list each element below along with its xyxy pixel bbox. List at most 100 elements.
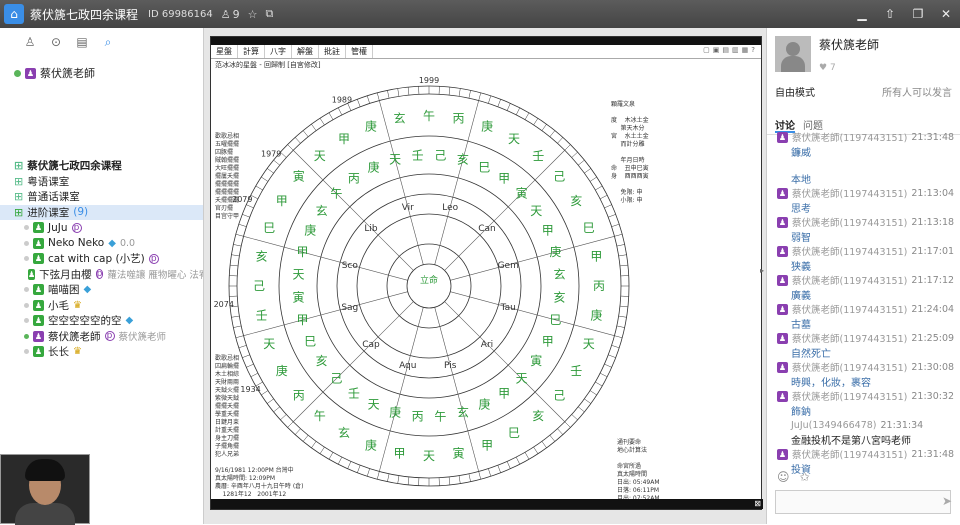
channel-advanced[interactable]: ⊞ 进阶课室 (9)	[0, 205, 203, 221]
member-row[interactable]: ♟ 喵喵困 ◆	[0, 282, 203, 298]
likes[interactable]: ♥ 7	[819, 63, 879, 73]
member-row[interactable]: ♟ 空空空空空的空 ◆	[0, 313, 203, 329]
degree-tick	[590, 177, 597, 181]
menu-item[interactable]: 星盤	[211, 45, 238, 58]
menu-item[interactable]: 計算	[238, 45, 265, 58]
diamond-icon: ◆	[126, 315, 134, 326]
room-title: 蔡伏篪七政四余课程	[30, 6, 138, 23]
outer-glyphs: 丙亥庚巳天甲壬寅己天亥甲巳庚甲玄寅午天丙甲庚庚天玄壬午己丙亥庚巳天甲壬寅己天亥甲…	[253, 109, 605, 463]
member-row[interactable]: ♟ 长长 ♛	[0, 344, 203, 360]
member-row[interactable]: ♟ Neko Neko ◆ 0.0	[0, 236, 203, 252]
zodiac-label: Lib	[364, 224, 378, 234]
degree-tick	[398, 476, 399, 484]
print-icon[interactable]: ▥	[732, 46, 739, 54]
webcam-video[interactable]	[0, 454, 90, 524]
degree-tick	[256, 186, 263, 190]
astrology-chart: 丙亥庚巳天甲壬寅己天亥甲巳庚甲玄寅午天丙甲庚庚天玄壬午己丙亥庚巳天甲壬寅己天亥甲…	[211, 61, 763, 501]
message-header: ♟ 蔡伏篪老師(1197443151) 21:31:48	[767, 447, 960, 461]
avatar[interactable]	[775, 36, 811, 72]
degree-tick	[550, 435, 555, 441]
channel-mandarin[interactable]: ⊞ 普通话课室	[0, 189, 203, 205]
degree-tick	[488, 96, 490, 104]
user-count-icon: ♙	[221, 8, 231, 21]
degree-tick	[398, 88, 399, 96]
house-glyph: 甲	[542, 224, 554, 238]
settings-icon[interactable]: ▦	[742, 46, 749, 54]
chat-input[interactable]	[775, 490, 951, 514]
house-glyph: 玄	[457, 405, 469, 420]
house-glyph: 午	[423, 109, 435, 123]
degree-tick	[479, 93, 481, 101]
degree-tick	[565, 422, 571, 428]
degree-tick	[357, 465, 360, 472]
degree-tick	[584, 399, 590, 404]
new-icon[interactable]: ▢	[703, 46, 710, 54]
member-row[interactable]: ♟ 下弦月由櫻 p 蘿法噬讓 雁物曜心 法宥	[0, 267, 203, 283]
message-header: ♟ 蔡伏篪老師(1197443151) 21:24:04	[767, 302, 960, 316]
house-glyph: 天	[530, 204, 542, 218]
degree-tick	[614, 234, 622, 236]
house-glyph: 壬	[532, 149, 544, 163]
house-glyph: 己	[253, 279, 265, 293]
member-row[interactable]: ♟ JuJu p	[0, 220, 203, 236]
help-icon[interactable]: ?	[751, 46, 755, 54]
message-text: 時興，化妝，裹容	[767, 374, 960, 389]
zodiac-label: Sco	[342, 261, 359, 271]
house-glyph: 己	[330, 372, 342, 386]
menu-item[interactable]: 八字	[265, 45, 292, 58]
host-row[interactable]: ♟ 蔡伏篪老師	[0, 64, 203, 82]
house-glyph: 庚	[478, 397, 490, 412]
title-bar: ⌂ 蔡伏篪七政四余课程 ID 69986164 ♙ 9 ☆ ⧉ ▁ ⇧ ❐ ✕	[0, 0, 960, 28]
degree-tick	[348, 103, 351, 110]
message-text: 廣義	[767, 287, 960, 302]
badge-icon: p	[72, 223, 82, 233]
doc-icon[interactable]: ▤	[74, 34, 90, 50]
house-glyph: 庚	[276, 363, 288, 378]
person-icon[interactable]: ♙	[22, 34, 38, 50]
star-icon[interactable]: ☆	[248, 8, 258, 21]
menu-item[interactable]: 解盤	[292, 45, 319, 58]
star-icon[interactable]: ✩	[800, 470, 810, 484]
skin-button[interactable]: ⇧	[880, 4, 900, 24]
open-icon[interactable]: ▣	[713, 46, 720, 54]
home-icon[interactable]: ⌂	[4, 4, 24, 24]
house-glyph: 天	[314, 149, 326, 163]
shared-screen[interactable]: 星盤 計算 八字 解盤 批註 管權 ▢ ▣ ▤ ▥ ▦ ? 范冰冰的星盤 - 回…	[210, 36, 762, 510]
channel-cantonese[interactable]: ⊞ 粤语课室	[0, 174, 203, 190]
degree-tick	[231, 316, 239, 317]
tree-root[interactable]: ⊞ 蔡伏篪七政四余课程	[0, 158, 203, 174]
degree-tick	[231, 255, 239, 256]
share-icon[interactable]: ⧉	[266, 7, 274, 21]
member-row[interactable]: ♟ cat with cap (小艺) p	[0, 251, 203, 267]
house-glyph: 甲	[276, 194, 288, 208]
house-glyph: 午	[314, 409, 326, 423]
member-row[interactable]: ♟ 蔡伏篪老師 p 蔡伏篪老师	[0, 329, 203, 345]
house-glyph: 寅	[453, 445, 465, 460]
send-icon[interactable]: ➤	[942, 494, 952, 508]
house-glyph: 甲	[498, 386, 510, 400]
house-glyph: 庚	[590, 308, 602, 323]
degree-tick	[267, 168, 273, 173]
restore-button[interactable]: ❐	[908, 4, 928, 24]
message-text: 思考	[767, 200, 960, 215]
close-icon[interactable]: ⊠	[754, 499, 761, 508]
location-icon[interactable]: ⊙	[48, 34, 64, 50]
minimize-button[interactable]: ▁	[852, 4, 872, 24]
emoji-icon[interactable]: ☺	[777, 470, 790, 484]
house-glyph: 己	[553, 170, 565, 184]
save-icon[interactable]: ▤	[722, 46, 729, 54]
search-icon[interactable]: ⌕	[100, 34, 116, 50]
degree-tick	[387, 90, 389, 98]
channel-icon: ⊞	[14, 175, 23, 188]
member-row[interactable]: ♟ 小毛 ♛	[0, 298, 203, 314]
degree-tick	[295, 137, 300, 143]
collapse-arrow-icon[interactable]: ▸	[760, 266, 764, 275]
degree-tick	[516, 108, 520, 115]
close-button[interactable]: ✕	[936, 4, 956, 24]
house-glyph: 玄	[316, 203, 328, 218]
menu-item[interactable]: 批註	[319, 45, 346, 58]
menu-item[interactable]: 管權	[346, 45, 373, 58]
house-glyph: 天	[389, 152, 401, 166]
chart-toolbar: ▢ ▣ ▤ ▥ ▦ ?	[703, 46, 755, 54]
degree-tick	[617, 326, 625, 328]
